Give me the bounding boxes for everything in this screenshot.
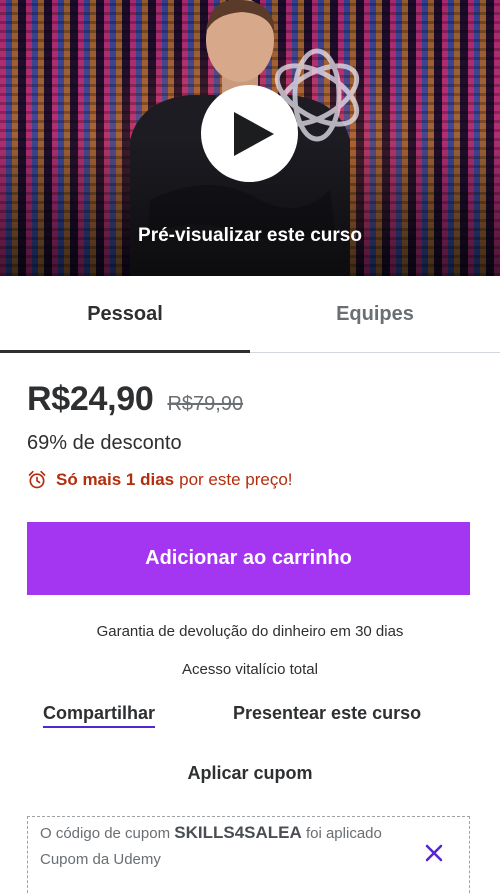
apply-coupon-button[interactable]: Aplicar cupom <box>0 763 500 784</box>
coupon-source: Cupom da Udemy <box>40 851 161 868</box>
original-price: R$79,90 <box>167 393 244 415</box>
alarm-clock-icon <box>28 470 46 489</box>
tab-teams[interactable]: Equipes <box>250 276 500 352</box>
lifetime-access: Acesso vitalício total <box>182 661 318 678</box>
play-icon <box>233 111 274 156</box>
deadline-notice: Só mais 1 dias por este preço! <box>27 470 293 490</box>
discount-text: 69% de desconto <box>27 432 182 454</box>
price-row: R$24,90 R$79,90 <box>27 380 243 419</box>
coupon-suffix: foi aplicado <box>305 825 382 842</box>
coupon-prefix: O código de cupom <box>40 825 171 842</box>
share-button[interactable]: Compartilhar <box>43 703 156 728</box>
money-back-guarantee: Garantia de devolução do dinheiro em 30 … <box>96 623 404 640</box>
current-price: R$24,90 <box>27 380 154 418</box>
tab-personal[interactable]: Pessoal <box>0 276 250 353</box>
deadline-rest: por este preço! <box>179 470 293 489</box>
close-icon[interactable] <box>423 842 445 864</box>
preview-label: Pré-visualizar este curso <box>138 225 362 246</box>
add-to-cart-button[interactable]: Adicionar ao carrinho <box>27 522 470 595</box>
coupon-code: SKILLS4SALEA <box>174 823 302 842</box>
deadline-bold: Só mais 1 dias <box>56 470 175 489</box>
course-preview[interactable]: Pré-visualizar este curso <box>0 0 500 276</box>
applied-coupon-box: O código de cupom SKILLS4SALEA foi aplic… <box>27 816 470 894</box>
purchase-tabs: Pessoal Equipes <box>0 276 500 353</box>
gift-course-button[interactable]: Presentear este curso <box>233 703 421 724</box>
play-button[interactable] <box>201 85 298 182</box>
